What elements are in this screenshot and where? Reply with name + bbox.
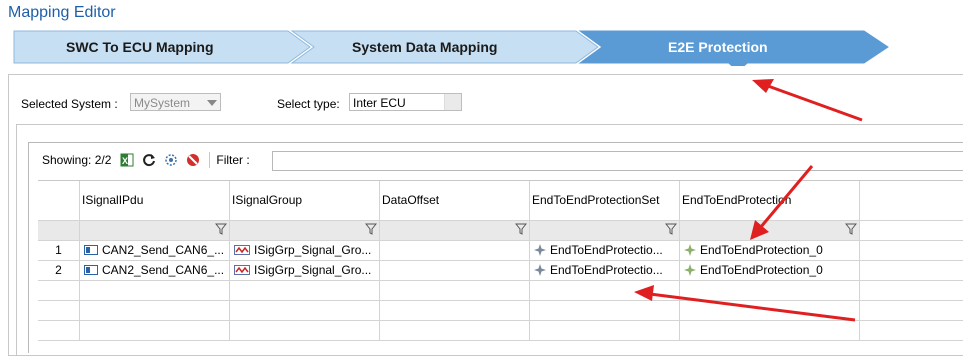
e2e-table: ISignalIPdu ISignalGroup DataOffset EndT… (38, 180, 963, 341)
signal-group-name: ISigGrp_Signal_Gro... (254, 263, 372, 277)
empty-table-row (38, 321, 963, 341)
wizard-step-e2e-protection[interactable]: E2E Protection (668, 39, 768, 55)
filter-cell-isignalgroup[interactable] (230, 221, 380, 241)
filter-funnel-icon[interactable] (365, 223, 377, 235)
table-row[interactable]: 2 CAN2_Send_CAN6_... ISigGrp_Signal_Gro.… (38, 261, 963, 281)
header-empty (860, 181, 963, 221)
select-type-value: Inter ECU (353, 96, 406, 110)
table-filter-row (38, 221, 963, 241)
clear-filter-icon[interactable] (185, 152, 201, 168)
wizard-steps: SWC To ECU Mapping System Data Mapping E… (0, 28, 963, 66)
wizard-step-swc-to-ecu[interactable]: SWC To ECU Mapping (66, 39, 214, 55)
pdu-icon (84, 265, 98, 275)
table-row[interactable]: 1 CAN2_Send_CAN6_... ISigGrp_Signal_Gro.… (38, 241, 963, 261)
cell-isignalipdu[interactable]: CAN2_Send_CAN6_... (80, 241, 230, 261)
cell-e2e-protection-set[interactable]: EndToEndProtectio... (530, 241, 680, 261)
e2e-protection-icon (684, 244, 696, 256)
cell-e2e-protection[interactable]: EndToEndProtection_0 (680, 241, 860, 261)
cell-isignalgroup[interactable]: ISigGrp_Signal_Gro... (230, 241, 380, 261)
filter-cell-empty (860, 221, 963, 241)
signal-group-name: ISigGrp_Signal_Gro... (254, 243, 372, 257)
filter-funnel-icon[interactable] (665, 223, 677, 235)
filter-input[interactable] (272, 151, 963, 171)
toolbar-separator (209, 152, 211, 168)
header-dataoffset[interactable]: DataOffset (380, 181, 530, 221)
svg-text:X: X (122, 156, 128, 166)
filter-funnel-icon[interactable] (215, 223, 227, 235)
select-type-label: Select type: (277, 97, 340, 111)
cell-dataoffset[interactable] (380, 241, 530, 261)
empty-table-row (38, 281, 963, 301)
pdu-icon (84, 245, 98, 255)
combo-dropdown-button[interactable] (444, 94, 461, 110)
selected-system-value: MySystem (134, 96, 191, 110)
filter-cell-isignalipdu[interactable] (80, 221, 230, 241)
cell-isignalgroup[interactable]: ISigGrp_Signal_Gro... (230, 261, 380, 281)
cell-e2e-protection-set[interactable]: EndToEndProtectio... (530, 261, 680, 281)
e2e-protection-icon (684, 264, 696, 276)
cell-isignalipdu[interactable]: CAN2_Send_CAN6_... (80, 261, 230, 281)
showing-count: Showing: 2/2 (42, 153, 112, 167)
filter-label: Filter : (216, 153, 250, 167)
window-title: Mapping Editor (8, 4, 116, 21)
excel-export-icon[interactable]: X (119, 152, 135, 168)
cell-e2e-protection[interactable]: EndToEndProtection_0 (680, 261, 860, 281)
settings-icon[interactable] (163, 152, 179, 168)
row-number: 2 (38, 261, 80, 281)
signal-group-icon (234, 265, 250, 275)
wizard-active-pointer (728, 63, 748, 66)
row-number: 1 (38, 241, 80, 261)
filter-funnel-icon[interactable] (845, 223, 857, 235)
filter-funnel-icon[interactable] (515, 223, 527, 235)
filter-cell-dataoffset[interactable] (380, 221, 530, 241)
wizard-step-system-data[interactable]: System Data Mapping (352, 39, 497, 55)
header-isignalipdu[interactable]: ISignalIPdu (80, 181, 230, 221)
header-isignalgroup[interactable]: ISignalGroup (230, 181, 380, 221)
cell-dataoffset[interactable] (380, 261, 530, 281)
cell-empty (860, 241, 963, 261)
selected-system-combo[interactable]: MySystem (130, 93, 221, 111)
table-header-row: ISignalIPdu ISignalGroup DataOffset EndT… (38, 181, 963, 221)
e2e-protection-name: EndToEndProtection_0 (700, 243, 823, 257)
e2e-protection-name: EndToEndProtection_0 (700, 263, 823, 277)
e2e-set-icon (534, 244, 546, 256)
e2e-set-name: EndToEndProtectio... (550, 243, 663, 257)
selected-system-label: Selected System : (21, 97, 118, 111)
pdu-name: CAN2_Send_CAN6_... (102, 243, 225, 257)
cell-empty (860, 261, 963, 281)
header-e2e-protection[interactable]: EndToEndProtection (680, 181, 860, 221)
header-rownum (38, 181, 80, 221)
filter-cell-e2e-protection[interactable] (680, 221, 860, 241)
signal-group-icon (234, 245, 250, 255)
chevron-down-icon (207, 100, 217, 106)
select-type-combo[interactable]: Inter ECU (349, 93, 462, 111)
e2e-set-name: EndToEndProtectio... (550, 263, 663, 277)
empty-table-row (38, 301, 963, 321)
e2e-set-icon (534, 264, 546, 276)
filter-cell-rownum (38, 221, 80, 241)
refresh-icon[interactable] (141, 152, 157, 168)
filter-cell-e2e-protection-set[interactable] (530, 221, 680, 241)
header-e2e-protection-set[interactable]: EndToEndProtectionSet (530, 181, 680, 221)
pdu-name: CAN2_Send_CAN6_... (102, 263, 225, 277)
